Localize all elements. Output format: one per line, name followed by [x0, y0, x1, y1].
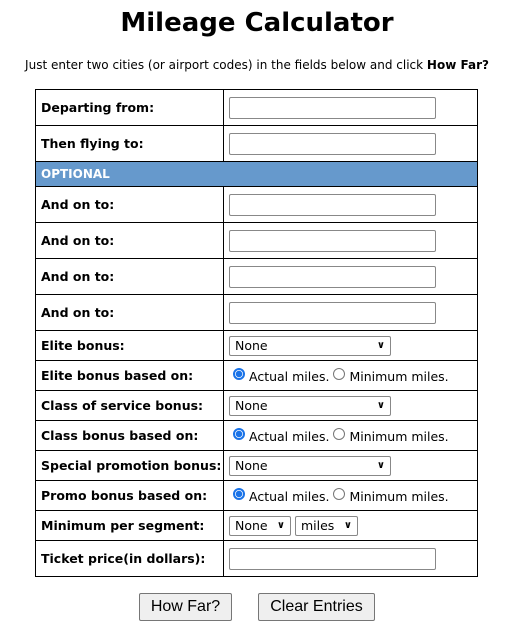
- then-flying-input[interactable]: [229, 132, 436, 155]
- units-select[interactable]: miles ∨: [294, 515, 358, 536]
- promo-bonus-select[interactable]: None ∨: [229, 455, 391, 476]
- chevron-down-icon: ∨: [376, 340, 385, 351]
- then-label: Then flying to:: [35, 125, 224, 162]
- promo-bonus-label: Special promotion bonus:: [35, 450, 224, 481]
- class-bonus-select[interactable]: None ∨: [229, 395, 391, 416]
- and-on-input-4[interactable]: [229, 301, 436, 324]
- chevron-down-icon: ∨: [376, 460, 385, 471]
- departing-label: Departing from:: [35, 89, 224, 126]
- clear-entries-button[interactable]: Clear Entries: [258, 593, 375, 621]
- optional-header: OPTIONAL: [35, 161, 478, 187]
- class-actual-radio[interactable]: [233, 427, 245, 440]
- and-on-label: And on to:: [35, 294, 224, 331]
- mileage-form: Departing from: Then flying to: OPTIONAL…: [35, 89, 478, 577]
- page-title: Mileage Calculator: [120, 8, 394, 38]
- promo-based-label: Promo bonus based on:: [35, 480, 224, 511]
- and-on-label: And on to:: [35, 258, 224, 295]
- promo-minimum-radio[interactable]: [333, 487, 346, 500]
- departing-input[interactable]: [229, 96, 436, 119]
- elite-based-label: Elite bonus based on:: [35, 360, 224, 391]
- and-on-input-1[interactable]: [229, 193, 436, 216]
- elite-bonus-select[interactable]: None ∨: [229, 335, 391, 356]
- class-minimum-radio[interactable]: [333, 427, 346, 440]
- elite-bonus-label: Elite bonus:: [35, 330, 224, 361]
- and-on-input-3[interactable]: [229, 265, 436, 288]
- elite-actual-radio[interactable]: [233, 367, 245, 380]
- promo-actual-radio[interactable]: [233, 487, 245, 500]
- class-bonus-label: Class of service bonus:: [35, 390, 224, 421]
- and-on-label: And on to:: [35, 186, 224, 223]
- elite-minimum-radio[interactable]: [333, 367, 346, 380]
- and-on-label: And on to:: [35, 222, 224, 259]
- chevron-down-icon: ∨: [343, 520, 352, 531]
- class-based-label: Class bonus based on:: [35, 420, 224, 451]
- ticket-label: Ticket price(in dollars):: [35, 540, 224, 577]
- min-segment-select[interactable]: None ∨: [229, 515, 291, 536]
- chevron-down-icon: ∨: [376, 400, 385, 411]
- chevron-down-icon: ∨: [276, 520, 285, 531]
- and-on-input-2[interactable]: [229, 229, 436, 252]
- ticket-price-input[interactable]: [229, 547, 436, 570]
- intro-text: Just enter two cities (or airport codes)…: [25, 58, 489, 72]
- how-far-button[interactable]: How Far?: [139, 593, 232, 621]
- min-segment-label: Minimum per segment:: [35, 510, 224, 541]
